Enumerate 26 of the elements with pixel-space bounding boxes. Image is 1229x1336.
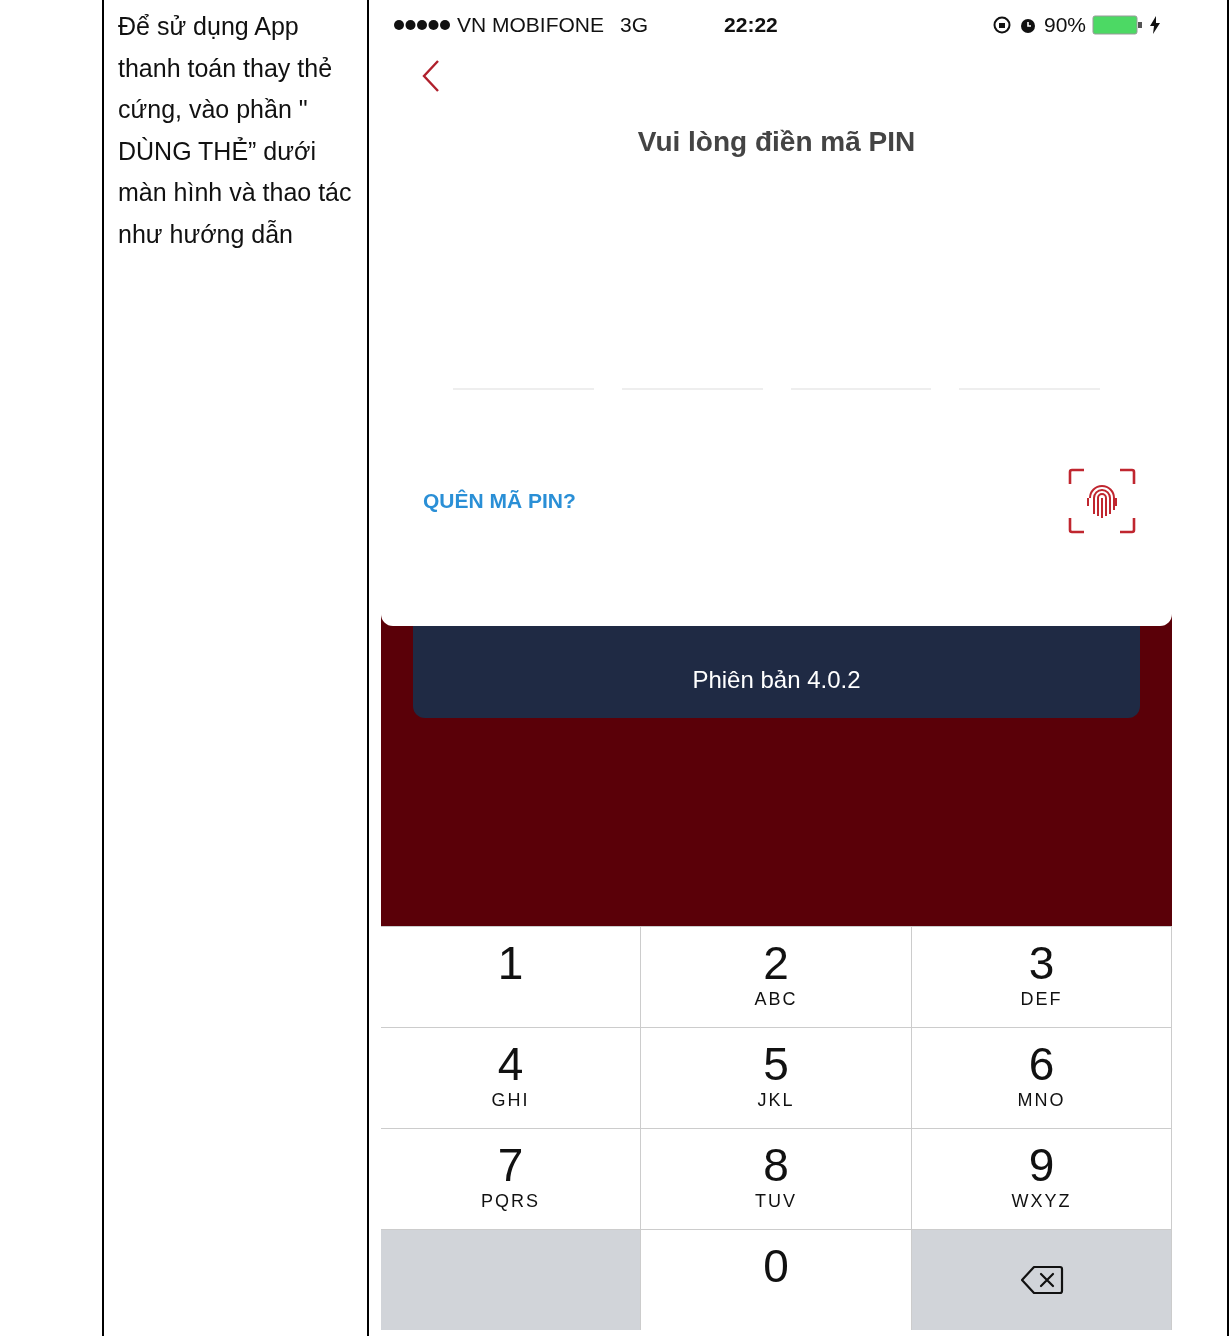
keypad-key[interactable]: 4 GHI [381,1027,641,1128]
signal-dots-icon [393,19,451,31]
battery-icon [1092,14,1144,36]
backspace-icon [1019,1265,1064,1295]
keypad-key[interactable]: 7 PQRS [381,1128,641,1229]
keypad-key[interactable]: 9 WXYZ [912,1128,1172,1229]
fingerprint-button[interactable] [1068,468,1136,534]
carrier-name: VN MOBIFONE [457,13,604,37]
keypad-key[interactable]: 5 JKL [641,1027,912,1128]
back-chevron-icon [421,59,441,93]
network-type: 3G [620,13,649,37]
screen-title: Vui lòng điền mã PIN [636,126,917,158]
rotation-lock-icon [991,15,1012,35]
keypad-key[interactable]: 8 TUV [641,1128,912,1229]
keypad-key[interactable]: 6 MNO [912,1027,1172,1128]
instruction-text: Để sử dụng App thanh toán thay thẻ cứng, vào phần " DÙNG THẺ” dưới màn hình và thao tác như hướng dẫn [118,11,353,250]
status-time: 22:22 [724,13,778,37]
keypad-key[interactable]: 2 ABC [641,926,912,1027]
battery-percent: 90% [1043,13,1086,37]
version-text: Phiên bản 4.0.2 [692,666,861,694]
keypad-key[interactable]: 0 [641,1229,912,1330]
keypad-key[interactable]: 1 [381,926,641,1027]
fingerprint-icon [1068,468,1136,534]
charging-bolt-icon [1150,16,1160,34]
keypad-key[interactable]: 3 DEF [912,926,1172,1027]
forgot-pin-link[interactable]: QUÊN MÃ PIN? [423,489,576,513]
